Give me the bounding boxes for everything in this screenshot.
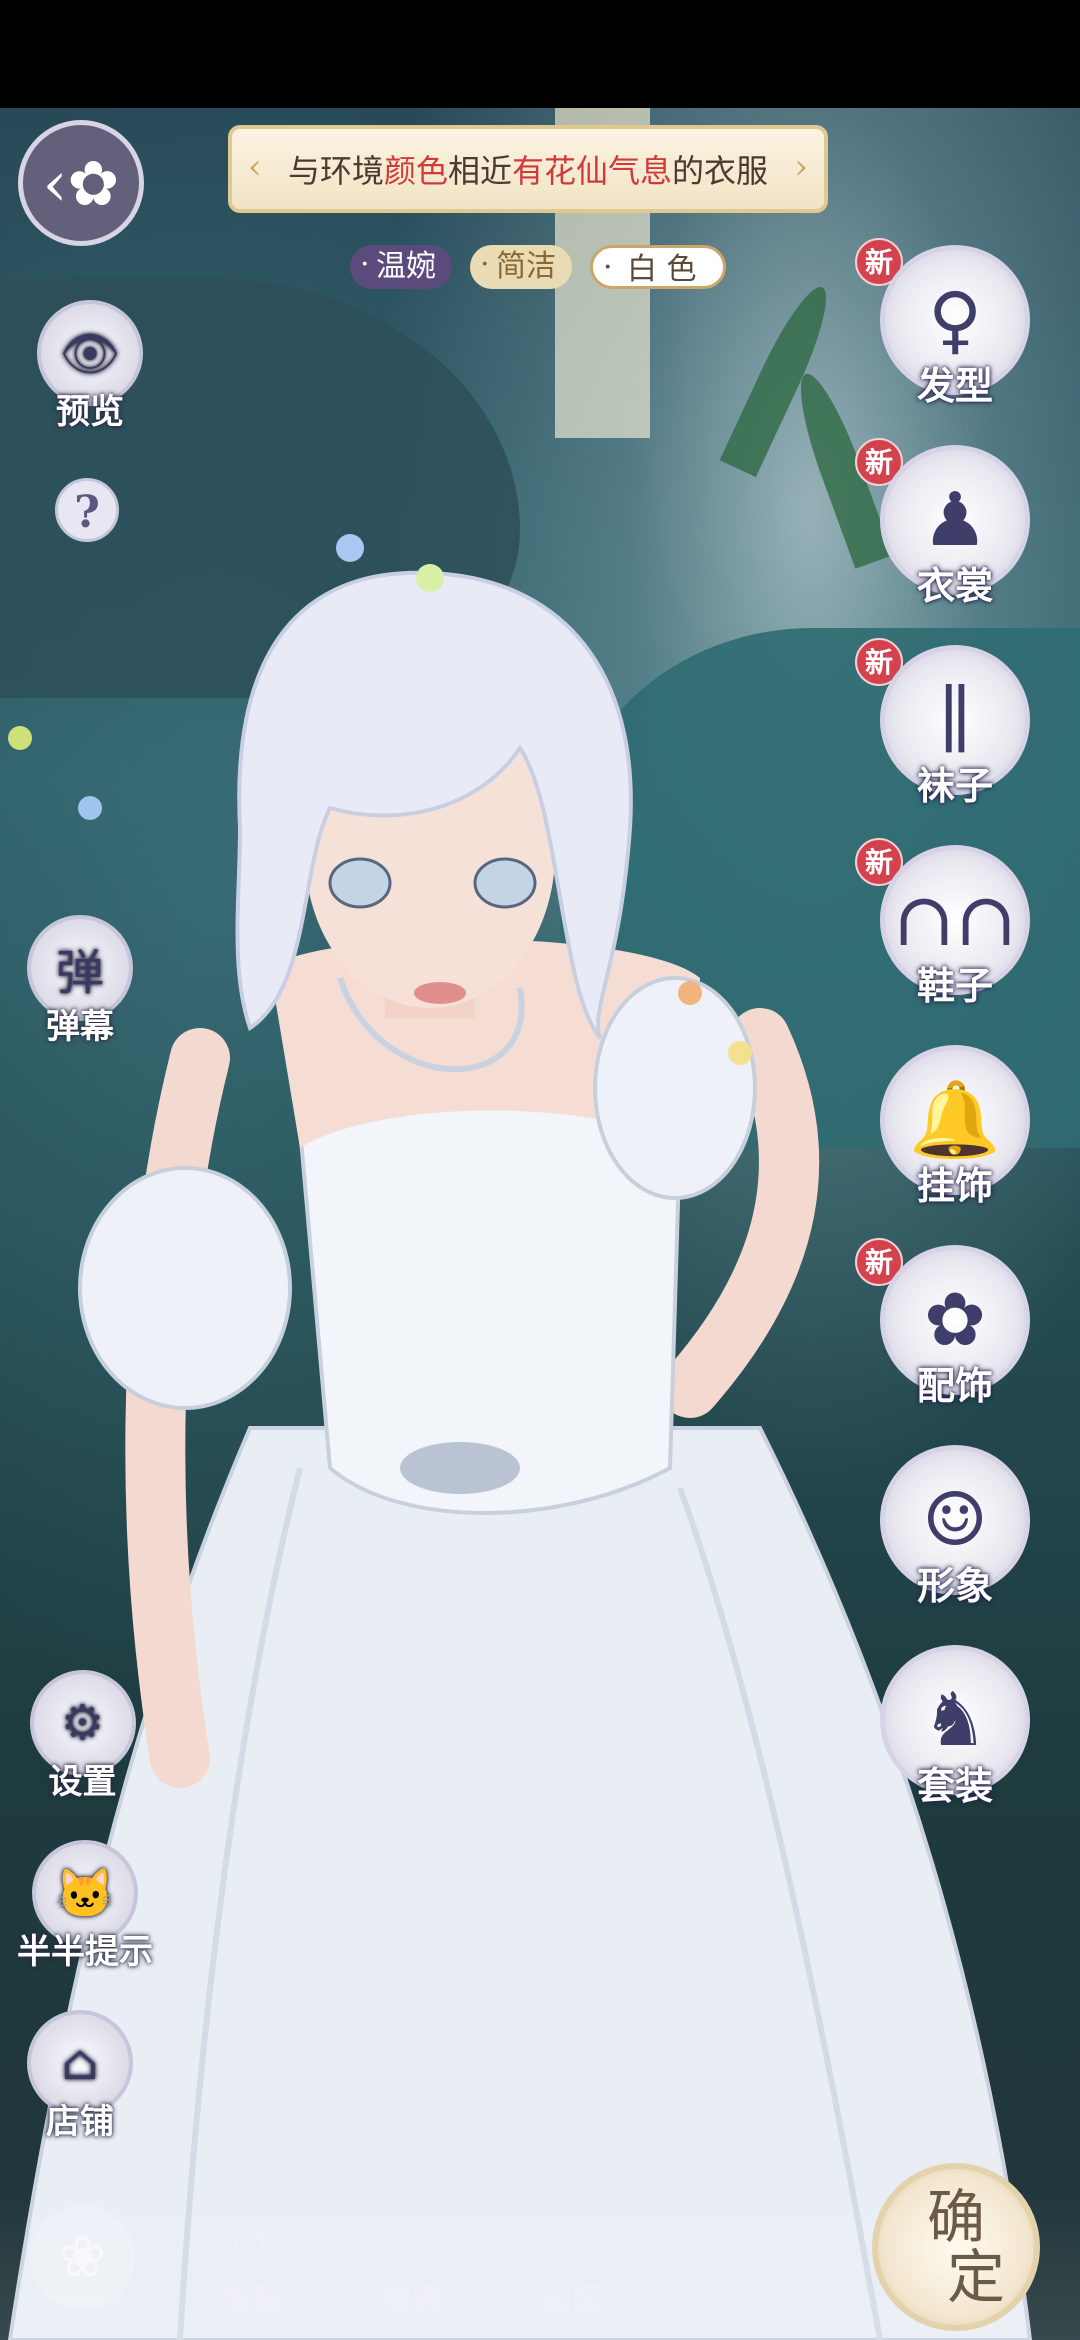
- category-hairstyle[interactable]: ♀ 发型: [880, 245, 1030, 410]
- hint-text-prefix: 与环境: [287, 152, 384, 190]
- game-scene: [0, 108, 1080, 2340]
- preview-label: 预览: [56, 392, 124, 432]
- memory-button[interactable]: ♡ 回忆: [512, 2215, 632, 2317]
- confirm-label-1: 确: [926, 2183, 985, 2251]
- store-label: 店铺: [46, 2102, 114, 2142]
- back-butterfly-icon: ‹✿: [42, 146, 120, 220]
- hint-text-color: 颜色: [383, 152, 448, 190]
- style-tags: 温婉 简洁 白 色: [350, 243, 726, 291]
- category-label: 形象: [916, 1563, 993, 1608]
- heart-icon: ♡: [546, 2213, 598, 2281]
- neck: [385, 938, 475, 1018]
- category-shoes[interactable]: ∩∩ 鞋子: [880, 845, 1030, 1010]
- flower: [78, 796, 102, 820]
- category-label: 配饰: [916, 1363, 993, 1408]
- category-label: 衣裳: [916, 563, 993, 608]
- help-button[interactable]: ?: [55, 478, 119, 542]
- restore-button[interactable]: ↺ 恢复: [192, 2215, 312, 2317]
- hint-text-suffix: 的衣服: [672, 152, 769, 190]
- tag-simple: 简洁: [470, 243, 572, 289]
- category-label: 发型: [916, 363, 993, 408]
- tag-gentle: 温婉: [350, 243, 452, 289]
- search-button[interactable]: ⌕ 搜索: [352, 2215, 472, 2317]
- confirm-button[interactable]: 确 定: [872, 2163, 1040, 2331]
- category-label: 挂饰: [916, 1163, 993, 1208]
- category-accessory[interactable]: ✿ 配饰: [880, 1245, 1030, 1410]
- settings-button[interactable]: ⚙ 设置: [25, 1670, 140, 1803]
- face: [305, 698, 555, 1008]
- danmaku-label: 弹幕: [46, 1007, 114, 1047]
- left-arm: [125, 1028, 230, 1788]
- category-pendant[interactable]: 🔔 挂饰: [880, 1045, 1030, 1210]
- status-bar: [0, 0, 1080, 108]
- store-button[interactable]: ⌂ 店铺: [20, 2010, 140, 2143]
- category-suit[interactable]: ♞ 套装: [880, 1645, 1030, 1810]
- left-sleeve: [78, 1166, 292, 1410]
- lips: [414, 982, 466, 1004]
- hint-label: 半半提示: [17, 1932, 153, 1972]
- restore-icon: ↺: [227, 2213, 277, 2281]
- category-label: 袜子: [916, 763, 993, 808]
- preview-button[interactable]: 👁 预览: [35, 300, 145, 433]
- category-dress[interactable]: ♟ 衣裳: [880, 445, 1030, 610]
- category-label: 套装: [916, 1763, 993, 1808]
- bodice: [297, 1097, 683, 1515]
- settings-label: 设置: [48, 1762, 117, 1802]
- belt-ornament: [400, 1442, 520, 1494]
- search-icon: ⌕: [395, 2213, 429, 2281]
- task-hint-banner: 与环境颜色相近有花仙气息的衣服: [228, 125, 828, 213]
- back-button[interactable]: ‹✿: [18, 120, 144, 246]
- flower-logo-icon: ❀: [30, 2205, 135, 2310]
- category-socks[interactable]: ∥ 袜子: [880, 645, 1030, 810]
- eye-right: [473, 857, 537, 909]
- category-appearance[interactable]: ☺ 形象: [880, 1445, 1030, 1610]
- confirm-label-2: 定: [946, 2243, 1005, 2311]
- danmaku-button[interactable]: 弹 弹幕: [20, 915, 140, 1048]
- category-label: 鞋子: [916, 963, 993, 1008]
- eye-left: [328, 857, 392, 909]
- hint-button[interactable]: 🐱 半半提示: [10, 1840, 160, 1973]
- tag-white: 白 色: [590, 245, 726, 290]
- necklace: [337, 977, 525, 1073]
- hint-text-middle: 相近: [447, 152, 512, 190]
- hint-text-fairy: 有花仙气息: [512, 152, 673, 190]
- flower: [8, 726, 32, 750]
